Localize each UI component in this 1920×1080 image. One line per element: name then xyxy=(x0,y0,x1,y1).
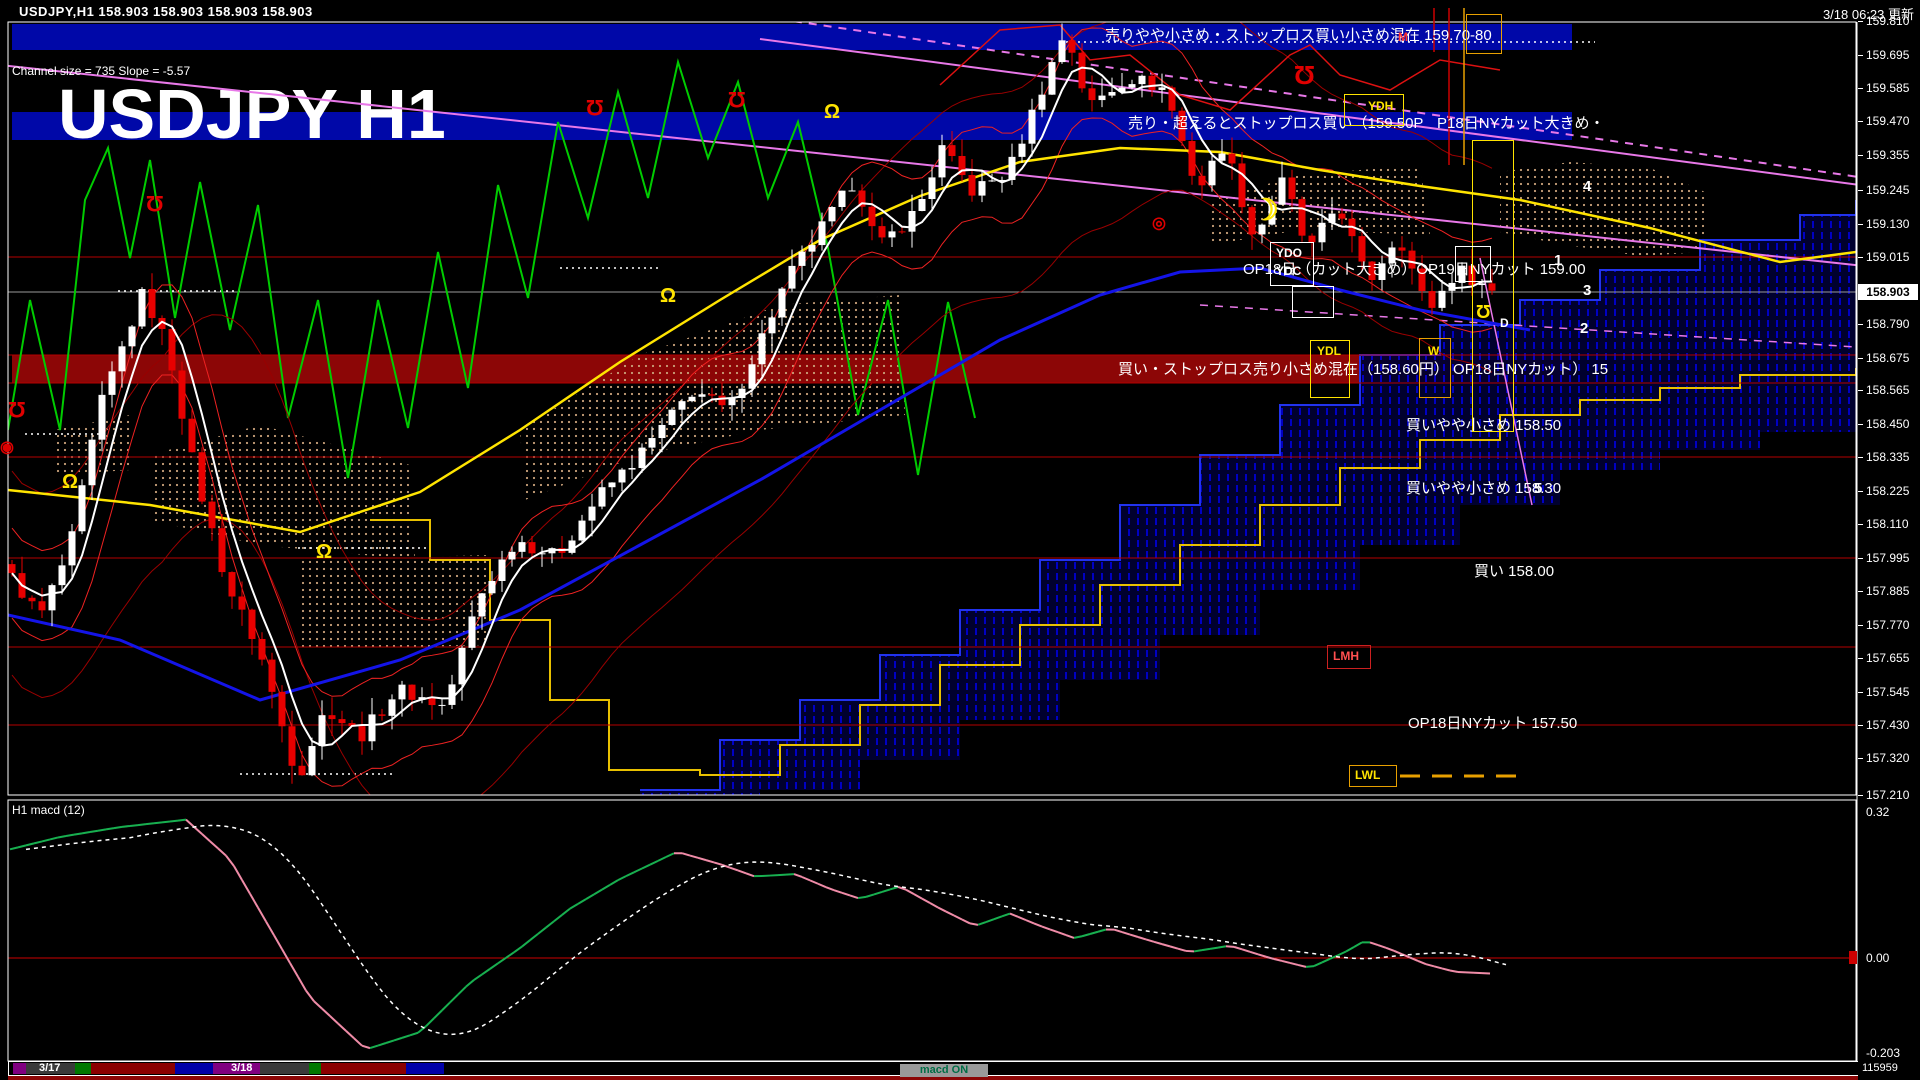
price-tick-label: 157.885 xyxy=(1866,584,1909,598)
price-tick-mark xyxy=(1858,625,1863,626)
price-tick-label: 157.770 xyxy=(1866,618,1909,632)
session-segment xyxy=(260,1063,309,1074)
price-tick-mark xyxy=(1858,190,1863,191)
price-tick-mark xyxy=(1858,121,1863,122)
macd-toggle-button[interactable]: macd ON xyxy=(900,1064,988,1077)
price-tick-label: 157.430 xyxy=(1866,718,1909,732)
price-axis[interactable]: 159.810159.695159.585159.470159.355159.2… xyxy=(1858,22,1920,1080)
price-tick-mark xyxy=(1858,224,1863,225)
price-tick-mark xyxy=(1858,390,1863,391)
chart-surface[interactable]: USDJPY H1 xyxy=(0,0,1920,1080)
chart-watermark: USDJPY H1 xyxy=(58,75,446,153)
current-price-tag: 158.903 xyxy=(1858,284,1918,300)
session-segment xyxy=(175,1063,213,1074)
price-tick-label: 157.545 xyxy=(1866,685,1909,699)
price-tick-label: 158.790 xyxy=(1866,317,1909,331)
price-tick-label: 157.655 xyxy=(1866,651,1909,665)
session-segment xyxy=(75,1063,91,1074)
session-segment xyxy=(321,1063,406,1074)
price-tick-label: 158.110 xyxy=(1866,517,1909,531)
price-tick-mark xyxy=(1858,524,1863,525)
price-tick-mark xyxy=(1858,88,1863,89)
price-tick-mark xyxy=(1858,795,1863,796)
trading-chart-window: USDJPY,H1 158.903 158.903 158.903 158.90… xyxy=(0,0,1920,1080)
price-tick-label: 159.470 xyxy=(1866,114,1909,128)
session-segment xyxy=(406,1063,444,1074)
price-tick-mark xyxy=(1858,21,1863,22)
price-tick-mark xyxy=(1858,55,1863,56)
price-tick-mark xyxy=(1858,725,1863,726)
session-segment xyxy=(13,1063,26,1074)
price-tick-label: 157.320 xyxy=(1866,751,1909,765)
price-tick-mark xyxy=(1858,257,1863,258)
macd-tick-label: -0.203 xyxy=(1866,1046,1900,1060)
session-segment xyxy=(309,1063,321,1074)
volume-readout: 115959 xyxy=(1862,1062,1898,1074)
price-tick-label: 159.695 xyxy=(1866,48,1909,62)
price-tick-label: 157.995 xyxy=(1866,551,1909,565)
channel-info: Channel size = 735 Slope = -5.57 xyxy=(12,64,190,78)
price-tick-mark xyxy=(1858,358,1863,359)
price-tick-mark xyxy=(1858,491,1863,492)
macd-tick-label: 0.00 xyxy=(1866,951,1889,965)
price-tick-mark xyxy=(1858,155,1863,156)
price-tick-mark xyxy=(1858,758,1863,759)
price-tick-mark xyxy=(1858,591,1863,592)
price-tick-label: 159.355 xyxy=(1866,148,1909,162)
date-label: 3/17 xyxy=(39,1062,60,1074)
date-label: 3/18 xyxy=(231,1062,252,1074)
price-tick-mark xyxy=(1858,324,1863,325)
price-tick-mark xyxy=(1858,692,1863,693)
session-segment xyxy=(91,1063,175,1074)
price-tick-label: 159.585 xyxy=(1866,81,1909,95)
price-tick-mark xyxy=(1858,424,1863,425)
macd-tick-label: 0.32 xyxy=(1866,805,1889,819)
indicator-label: H1 macd (12) xyxy=(12,803,85,817)
price-tick-label: 158.335 xyxy=(1866,450,1909,464)
price-tick-label: 159.245 xyxy=(1866,183,1909,197)
price-tick-mark xyxy=(1858,558,1863,559)
price-tick-label: 159.015 xyxy=(1866,250,1909,264)
price-tick-mark xyxy=(1858,658,1863,659)
price-tick-label: 159.810 xyxy=(1866,14,1909,28)
price-tick-label: 157.210 xyxy=(1866,788,1909,802)
price-tick-label: 158.675 xyxy=(1866,351,1909,365)
price-tick-mark xyxy=(1858,457,1863,458)
price-tick-label: 158.565 xyxy=(1866,383,1909,397)
price-tick-label: 158.450 xyxy=(1866,417,1909,431)
price-tick-label: 158.225 xyxy=(1866,484,1909,498)
price-tick-label: 159.130 xyxy=(1866,217,1909,231)
